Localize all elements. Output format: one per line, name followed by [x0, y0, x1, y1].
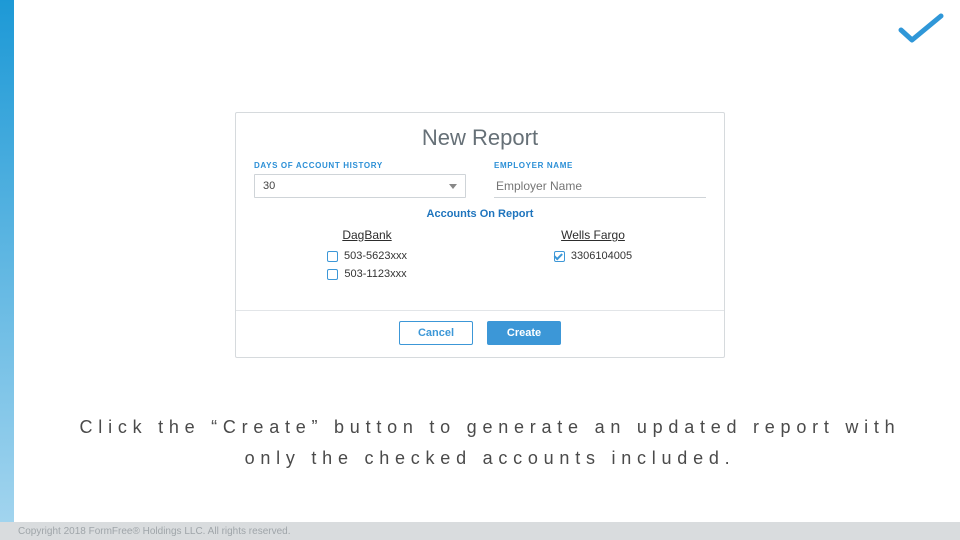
modal-title: New Report — [254, 125, 706, 151]
account-row[interactable]: 503-5623xxx — [327, 250, 407, 262]
account-number: 3306104005 — [571, 250, 632, 262]
days-field: DAYS OF ACCOUNT HISTORY 30 — [254, 161, 466, 198]
days-label: DAYS OF ACCOUNT HISTORY — [254, 161, 466, 170]
brand-sidebar-stripe — [0, 0, 14, 540]
brand-checkmark-logo — [898, 12, 944, 51]
banks-row: DagBank 503-5623xxx 503-1123xxx Wells Fa… — [254, 228, 706, 286]
instruction-text: Click the “Create” button to generate an… — [60, 412, 920, 473]
days-select[interactable]: 30 — [254, 174, 466, 198]
employer-label: EMPLOYER NAME — [494, 161, 706, 170]
create-button[interactable]: Create — [487, 321, 561, 345]
employer-input[interactable] — [494, 174, 706, 198]
bank-col-dagbank: DagBank 503-5623xxx 503-1123xxx — [263, 228, 471, 286]
bank-col-wellsfargo: Wells Fargo 3306104005 — [489, 228, 697, 286]
account-row[interactable]: 503-1123xxx — [327, 268, 406, 280]
checkbox-checked-icon[interactable] — [554, 251, 565, 262]
checkbox-icon[interactable] — [327, 269, 338, 280]
modal-body: New Report DAYS OF ACCOUNT HISTORY 30 EM… — [236, 113, 724, 310]
copyright-text: Copyright 2018 FormFree® Holdings LLC. A… — [18, 526, 291, 537]
modal-footer: Cancel Create — [236, 310, 724, 357]
account-number: 503-5623xxx — [344, 250, 407, 262]
new-report-modal: New Report DAYS OF ACCOUNT HISTORY 30 EM… — [235, 112, 725, 358]
employer-field: EMPLOYER NAME — [494, 161, 706, 198]
checkbox-icon[interactable] — [327, 251, 338, 262]
account-number: 503-1123xxx — [344, 268, 406, 280]
footer-copyright: Copyright 2018 FormFree® Holdings LLC. A… — [0, 522, 960, 540]
days-select-value: 30 — [263, 180, 275, 192]
account-row[interactable]: 3306104005 — [554, 250, 632, 262]
accounts-section-header: Accounts On Report — [254, 208, 706, 220]
bank-name: DagBank — [342, 228, 391, 242]
field-row: DAYS OF ACCOUNT HISTORY 30 EMPLOYER NAME — [254, 161, 706, 198]
bank-name: Wells Fargo — [561, 228, 625, 242]
chevron-down-icon — [449, 184, 457, 189]
cancel-button[interactable]: Cancel — [399, 321, 473, 345]
